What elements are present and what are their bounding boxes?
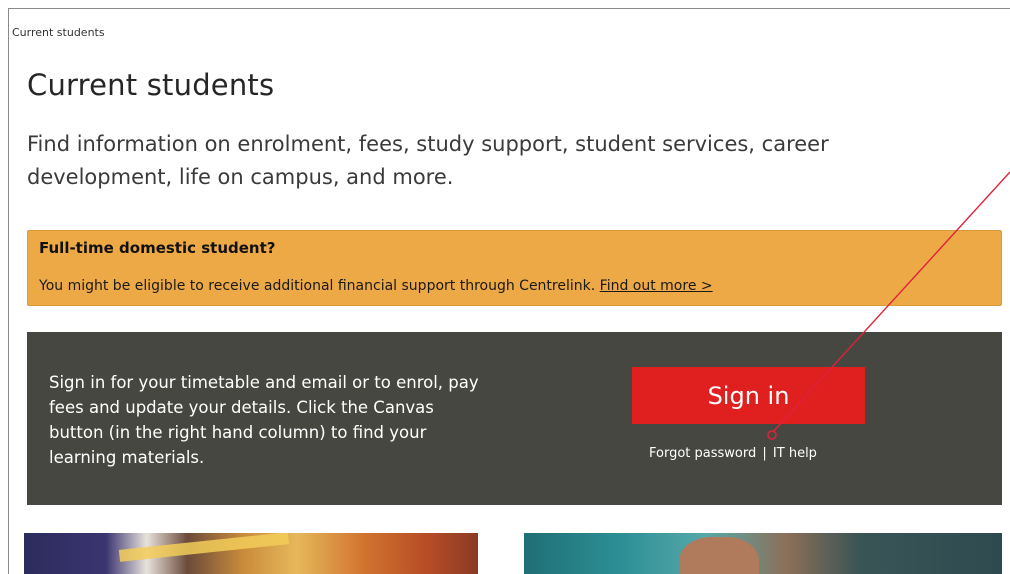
signin-description: Sign in for your timetable and email or … xyxy=(49,373,479,467)
forgot-password-link[interactable]: Forgot password xyxy=(649,446,756,461)
tile-image-detail xyxy=(679,537,759,574)
tile-image-detail xyxy=(118,533,290,562)
page-intro: Find information on enrolment, fees, stu… xyxy=(27,132,829,189)
alert-body-text: You might be eligible to receive additio… xyxy=(39,278,596,294)
breadcrumb[interactable]: Current students xyxy=(12,26,105,39)
link-separator: | xyxy=(762,446,767,461)
frame-border-left xyxy=(8,8,9,574)
page-title: Current students xyxy=(27,68,275,102)
promo-tile-image-left[interactable] xyxy=(24,533,478,574)
promo-tile-image-right[interactable] xyxy=(524,533,1002,574)
alert-title: Full-time domestic student? xyxy=(39,239,276,257)
signin-panel: Sign in for your timetable and email or … xyxy=(27,332,1002,505)
frame-border-top xyxy=(8,8,1010,9)
page-viewport: Current students Current students Find i… xyxy=(0,0,1010,574)
alert-body: You might be eligible to receive additio… xyxy=(39,278,713,294)
signin-help-links: Forgot password | IT help xyxy=(649,446,817,461)
centrelink-alert: Full-time domestic student? You might be… xyxy=(27,230,1002,306)
sign-in-button[interactable]: Sign in xyxy=(632,367,865,424)
find-out-more-link[interactable]: Find out more > xyxy=(600,278,713,294)
it-help-link[interactable]: IT help xyxy=(773,446,817,461)
